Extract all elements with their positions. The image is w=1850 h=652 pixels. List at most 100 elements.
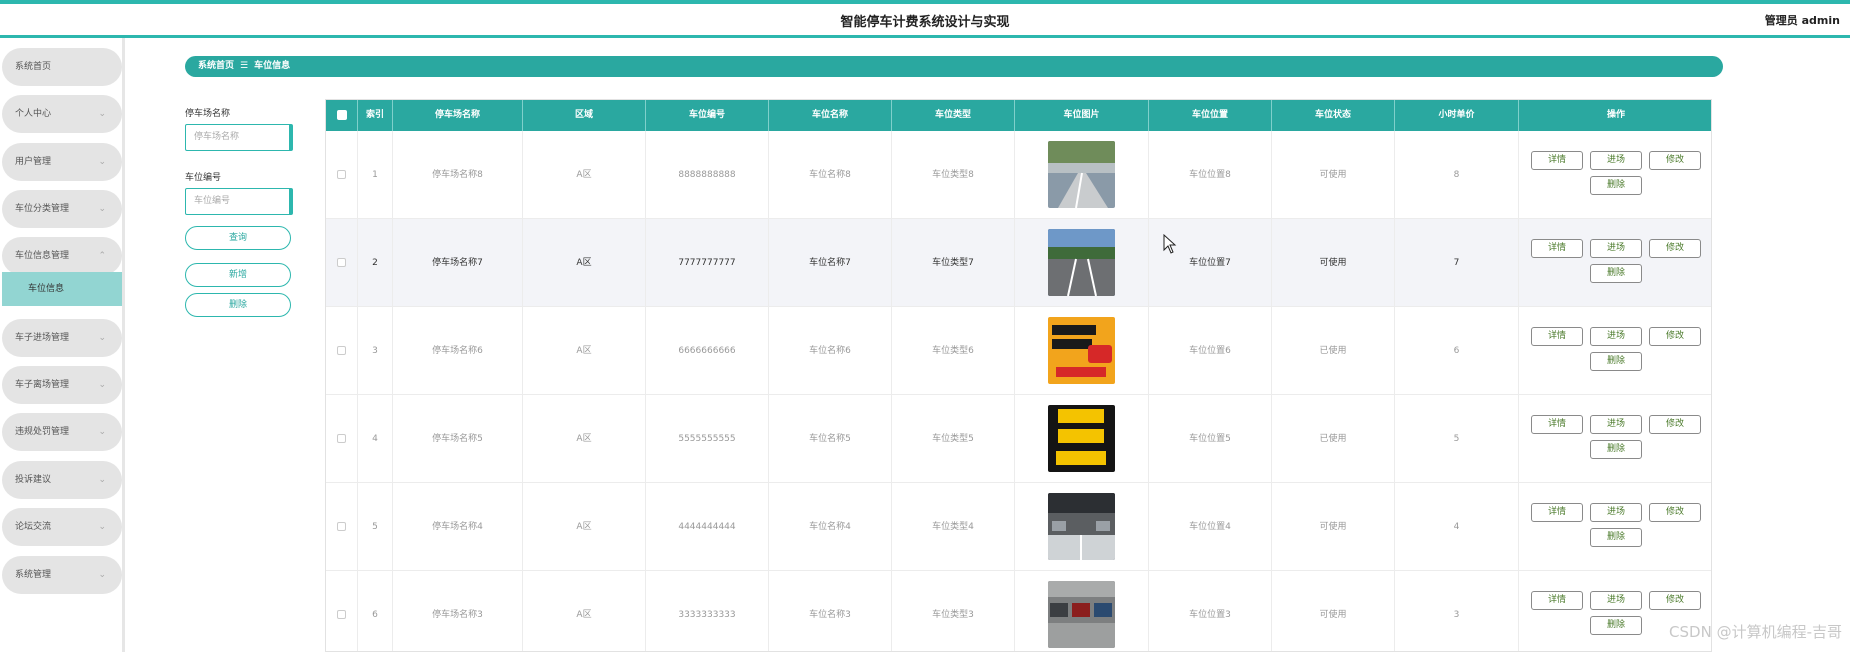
- sidebar-item-personal[interactable]: 个人中心 ⌄: [2, 95, 122, 133]
- parking-photo[interactable]: [1048, 317, 1115, 384]
- delete-button[interactable]: 删除: [1590, 264, 1642, 283]
- delete-button[interactable]: 删除: [1590, 528, 1642, 547]
- sidebar-item-complaints[interactable]: 投诉建议 ⌄: [2, 461, 122, 499]
- cell-index: 1: [358, 131, 393, 219]
- cell-type: 车位类型5: [892, 395, 1015, 483]
- edit-button[interactable]: 修改: [1649, 503, 1701, 522]
- cell-image: [1015, 483, 1149, 571]
- query-button[interactable]: 查询: [185, 226, 291, 250]
- sidebar-subitem-space-info[interactable]: 车位信息: [2, 272, 122, 306]
- edit-button[interactable]: 修改: [1649, 327, 1701, 346]
- checkbox-icon[interactable]: [337, 434, 346, 443]
- sidebar-item-system[interactable]: 系统管理 ⌄: [2, 556, 122, 594]
- detail-button[interactable]: 详情: [1531, 503, 1583, 522]
- parking-photo[interactable]: [1048, 405, 1115, 472]
- cell-lot: 停车场名称3: [393, 571, 523, 651]
- cell-position: 车位位置7: [1149, 219, 1272, 307]
- row-select-cell[interactable]: [326, 571, 358, 651]
- detail-button[interactable]: 详情: [1531, 591, 1583, 610]
- edit-button[interactable]: 修改: [1649, 239, 1701, 258]
- col-header: 停车场名称: [393, 100, 523, 131]
- cell-type: 车位类型6: [892, 307, 1015, 395]
- edit-button[interactable]: 修改: [1649, 591, 1701, 610]
- col-header: 车位编号: [646, 100, 769, 131]
- cell-ops: 详情 进场 修改 删除: [1519, 307, 1711, 395]
- sidebar-item-space-info[interactable]: 车位信息管理 ⌃: [2, 237, 122, 275]
- cell-area: A区: [523, 307, 646, 395]
- breadcrumb-home[interactable]: 系统首页: [198, 61, 234, 71]
- batch-delete-button[interactable]: 删除: [185, 293, 291, 317]
- checkbox-icon[interactable]: [337, 258, 346, 267]
- sidebar-item-space-category[interactable]: 车位分类管理 ⌄: [2, 190, 122, 228]
- cell-price: 4: [1395, 483, 1519, 571]
- enter-button[interactable]: 进场: [1590, 151, 1642, 170]
- header-select-all[interactable]: [326, 100, 358, 131]
- enter-button[interactable]: 进场: [1590, 327, 1642, 346]
- detail-button[interactable]: 详情: [1531, 239, 1583, 258]
- enter-button[interactable]: 进场: [1590, 503, 1642, 522]
- row-select-cell[interactable]: [326, 307, 358, 395]
- detail-button[interactable]: 详情: [1531, 415, 1583, 434]
- table-row: 4 停车场名称5 A区 5555555555 车位名称5 车位类型5 车位位置5…: [326, 395, 1711, 483]
- enter-button[interactable]: 进场: [1590, 415, 1642, 434]
- parking-photo[interactable]: [1048, 493, 1115, 560]
- cell-price: 7: [1395, 219, 1519, 307]
- chevron-up-icon: ⌃: [98, 251, 106, 261]
- enter-button[interactable]: 进场: [1590, 239, 1642, 258]
- cell-price: 3: [1395, 571, 1519, 651]
- row-select-cell[interactable]: [326, 483, 358, 571]
- cell-position: 车位位置3: [1149, 571, 1272, 651]
- cell-image: [1015, 131, 1149, 219]
- add-button[interactable]: 新增: [185, 263, 291, 287]
- cell-status: 可使用: [1272, 131, 1395, 219]
- cell-ops: 详情 进场 修改 删除: [1519, 219, 1711, 307]
- checkbox-icon[interactable]: [337, 346, 346, 355]
- parking-photo[interactable]: [1048, 581, 1115, 648]
- col-header: 操作: [1606, 110, 1625, 120]
- sidebar-item-car-exit[interactable]: 车子离场管理 ⌄: [2, 366, 122, 404]
- delete-button[interactable]: 删除: [1590, 440, 1642, 459]
- admin-user[interactable]: 管理员 admin: [1765, 12, 1840, 28]
- checkbox-icon[interactable]: [337, 170, 346, 179]
- space-no-label: 车位编号: [185, 173, 222, 183]
- cell-area: A区: [523, 483, 646, 571]
- col-header: 车位类型: [892, 100, 1015, 131]
- cell-lot: 停车场名称5: [393, 395, 523, 483]
- cell-name: 车位名称5: [769, 395, 892, 483]
- col-header: 索引: [358, 100, 393, 131]
- table-row: 5 停车场名称4 A区 4444444444 车位名称4 车位类型4 车位位置4…: [326, 483, 1711, 571]
- cell-no: 5555555555: [646, 395, 769, 483]
- row-select-cell[interactable]: [326, 219, 358, 307]
- delete-button[interactable]: 删除: [1590, 352, 1642, 371]
- space-no-input[interactable]: 车位编号: [185, 188, 293, 215]
- cell-ops: 详情 进场 修改 删除: [1519, 131, 1711, 219]
- delete-button[interactable]: 删除: [1590, 176, 1642, 195]
- checkbox-icon[interactable]: [337, 610, 346, 619]
- enter-button[interactable]: 进场: [1590, 591, 1642, 610]
- detail-button[interactable]: 详情: [1531, 151, 1583, 170]
- row-select-cell[interactable]: [326, 395, 358, 483]
- cell-price: 6: [1395, 307, 1519, 395]
- sidebar-item-label: 违规处罚管理: [15, 427, 70, 437]
- cell-image: [1015, 395, 1149, 483]
- sidebar-item-forum[interactable]: 论坛交流 ⌄: [2, 508, 122, 546]
- lot-name-input[interactable]: 停车场名称: [185, 124, 293, 151]
- sidebar-item-car-entry[interactable]: 车子进场管理 ⌄: [2, 319, 122, 357]
- cell-area: A区: [523, 219, 646, 307]
- cell-status: 可使用: [1272, 483, 1395, 571]
- parking-photo[interactable]: [1048, 229, 1115, 296]
- checkbox-icon[interactable]: [337, 522, 346, 531]
- chevron-down-icon: ⌄: [98, 522, 106, 532]
- cell-position: 车位位置4: [1149, 483, 1272, 571]
- chevron-down-icon: ⌄: [98, 427, 106, 437]
- detail-button[interactable]: 详情: [1531, 327, 1583, 346]
- parking-photo[interactable]: [1048, 141, 1115, 208]
- sidebar-item-home[interactable]: 系统首页: [2, 48, 122, 86]
- sidebar-item-violations[interactable]: 违规处罚管理 ⌄: [2, 413, 122, 451]
- row-select-cell[interactable]: [326, 131, 358, 219]
- delete-button[interactable]: 删除: [1590, 616, 1642, 635]
- edit-button[interactable]: 修改: [1649, 151, 1701, 170]
- sidebar-item-users[interactable]: 用户管理 ⌄: [2, 143, 122, 181]
- edit-button[interactable]: 修改: [1649, 415, 1701, 434]
- checkbox-icon[interactable]: [336, 109, 347, 120]
